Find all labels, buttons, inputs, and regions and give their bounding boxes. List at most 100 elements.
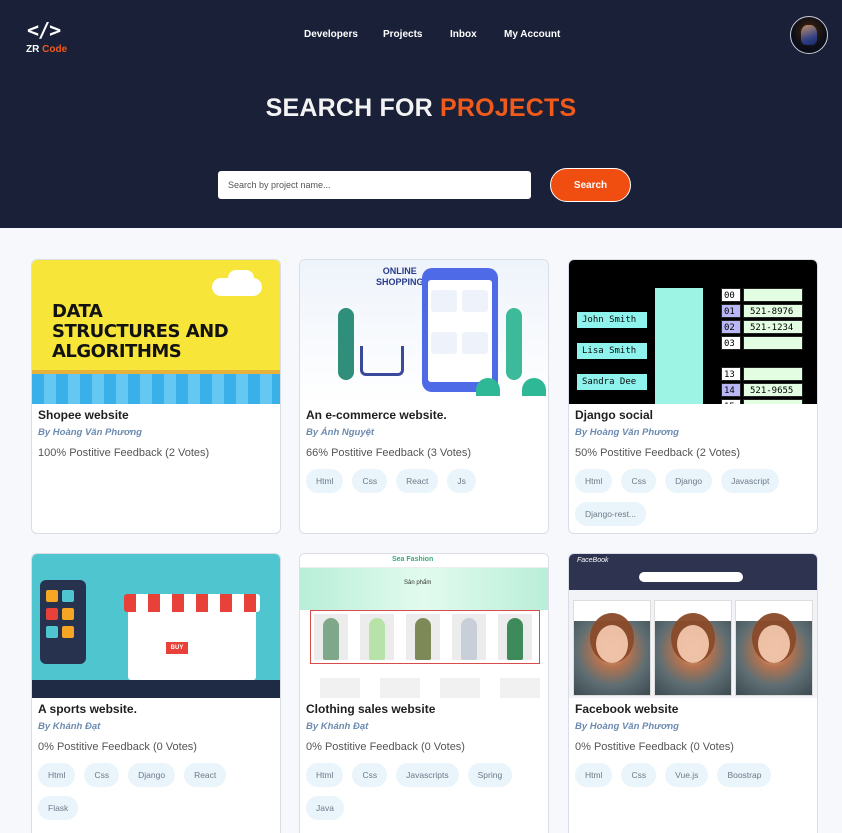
tag[interactable]: Css	[352, 763, 388, 787]
product-image	[314, 614, 348, 660]
project-title[interactable]: Shopee website	[38, 408, 274, 422]
tag-list: Html Css Django Javascript Django-rest..…	[575, 469, 811, 526]
hash-value	[743, 288, 803, 302]
product-tile	[462, 290, 488, 312]
app-tile	[46, 590, 58, 602]
app-tile	[62, 626, 74, 638]
tag[interactable]: Javascripts	[396, 763, 459, 787]
banner-heading: Sản phẩm	[404, 580, 432, 586]
product-image	[440, 678, 480, 698]
hash-value	[743, 399, 803, 404]
brand-name: ZR Code	[26, 44, 68, 55]
product-tile	[431, 332, 457, 354]
card-body: Facebook website By Hoàng Văn Phương 0% …	[575, 702, 811, 787]
nav-my-account[interactable]: My Account	[504, 29, 560, 40]
tag[interactable]: Css	[621, 469, 657, 493]
tag[interactable]: Css	[621, 763, 657, 787]
nav-inbox[interactable]: Inbox	[450, 29, 477, 40]
project-feedback: 100% Postitive Feedback (2 Votes)	[38, 447, 210, 459]
page-title: SEARCH FOR PROJECTS	[265, 94, 577, 122]
tag[interactable]: Css	[352, 469, 388, 493]
tag[interactable]: Flask	[38, 796, 79, 820]
tag[interactable]: Css	[84, 763, 120, 787]
tag[interactable]: React	[184, 763, 227, 787]
project-thumbnail[interactable]: Sea Fashion Sản phẩm	[300, 554, 548, 698]
hash-value	[743, 367, 803, 381]
tag[interactable]: Html	[306, 763, 344, 787]
project-author[interactable]: By Ánh Nguyệt	[306, 427, 542, 438]
tag[interactable]: Django	[128, 763, 176, 787]
hash-value: 521-8976	[743, 304, 803, 318]
hash-function-block	[655, 288, 703, 404]
store-awning	[124, 594, 260, 612]
tag[interactable]: Django	[665, 469, 713, 493]
ground-stripe	[32, 680, 280, 698]
hash-value: 521-1234	[743, 320, 803, 334]
card-body: Shopee website By Hoàng Văn Phương 100% …	[38, 408, 274, 459]
tag[interactable]: Html	[575, 469, 613, 493]
project-author[interactable]: By Khánh Đạt	[38, 721, 274, 732]
hash-index: 03	[721, 336, 741, 350]
tag[interactable]: Html	[38, 763, 76, 787]
tag[interactable]: Django-rest...	[575, 502, 647, 526]
project-author[interactable]: By Khánh Đạt	[306, 721, 542, 732]
hash-key: Lisa Smith	[577, 343, 647, 359]
product-image	[500, 678, 540, 698]
user-avatar[interactable]	[790, 16, 828, 54]
thumbnail-heading: ONLINE SHOPPING	[376, 266, 424, 287]
project-author[interactable]: By Hoàng Văn Phương	[38, 427, 274, 438]
project-card[interactable]: ONLINE SHOPPING An e-commerce website. B…	[299, 259, 549, 534]
product-tile	[462, 332, 488, 354]
project-thumbnail[interactable]: John Smith Lisa Smith Sandra Dee 00 01 0…	[569, 260, 817, 404]
project-thumbnail[interactable]: BUY	[32, 554, 280, 698]
tag[interactable]: Html	[306, 469, 344, 493]
shopper-figure	[506, 308, 522, 380]
search-button[interactable]: Search	[550, 168, 631, 202]
tag[interactable]: Vue.js	[665, 763, 709, 787]
product-tile	[431, 290, 457, 312]
water-stripe	[32, 374, 280, 404]
tag[interactable]: Java	[306, 796, 344, 820]
app-tile	[46, 626, 58, 638]
post-card	[654, 600, 732, 696]
tag[interactable]: Spring	[467, 763, 513, 787]
tag[interactable]: Javascript	[721, 469, 780, 493]
project-feedback: 66% Postitive Feedback (3 Votes)	[306, 447, 472, 459]
project-title[interactable]: Clothing sales website	[306, 702, 542, 716]
project-card[interactable]: BUY A sports website. By Khánh Đạt 0% Po…	[31, 553, 281, 833]
app-tile	[46, 608, 58, 620]
project-title[interactable]: Facebook website	[575, 702, 811, 716]
tag[interactable]: Js	[447, 469, 476, 493]
product-image	[380, 678, 420, 698]
project-thumbnail[interactable]: ONLINE SHOPPING	[300, 260, 548, 404]
tag[interactable]: Boostrap	[717, 763, 772, 787]
site-nav-bar: Sea Fashion	[300, 554, 548, 568]
project-feedback: 50% Postitive Feedback (2 Votes)	[575, 447, 741, 459]
project-card[interactable]: DATA STRUCTURES AND ALGORITHMS Shopee we…	[31, 259, 281, 534]
tag-list: Html Css React Js	[306, 469, 542, 493]
banner-band: Sản phẩm	[300, 568, 548, 610]
project-title[interactable]: A sports website.	[38, 702, 274, 716]
product-image	[452, 614, 486, 660]
hash-key: John Smith	[577, 312, 647, 328]
project-card[interactable]: John Smith Lisa Smith Sandra Dee 00 01 0…	[568, 259, 818, 534]
project-author[interactable]: By Hoàng Văn Phương	[575, 427, 811, 438]
project-thumbnail[interactable]: FaceBook	[569, 554, 817, 698]
product-image	[406, 614, 440, 660]
nav-developers[interactable]: Developers	[304, 29, 358, 40]
tag[interactable]: Html	[575, 763, 613, 787]
project-title[interactable]: Django social	[575, 408, 811, 422]
project-author[interactable]: By Hoàng Văn Phương	[575, 721, 811, 732]
project-card[interactable]: FaceBook Facebook website By Hoàng Văn P…	[568, 553, 818, 833]
tag[interactable]: React	[396, 469, 439, 493]
hash-key: Sandra Dee	[577, 374, 647, 390]
shopper-figure	[338, 308, 354, 380]
tag-list: Html Css Vue.js Boostrap	[575, 763, 811, 787]
site-name: Sea Fashion	[392, 556, 434, 563]
product-image	[360, 614, 394, 660]
project-title[interactable]: An e-commerce website.	[306, 408, 542, 422]
search-input[interactable]	[218, 171, 531, 199]
project-card[interactable]: Sea Fashion Sản phẩm Clothing sales webs…	[299, 553, 549, 833]
project-thumbnail[interactable]: DATA STRUCTURES AND ALGORITHMS	[32, 260, 280, 404]
nav-projects[interactable]: Projects	[383, 29, 422, 40]
